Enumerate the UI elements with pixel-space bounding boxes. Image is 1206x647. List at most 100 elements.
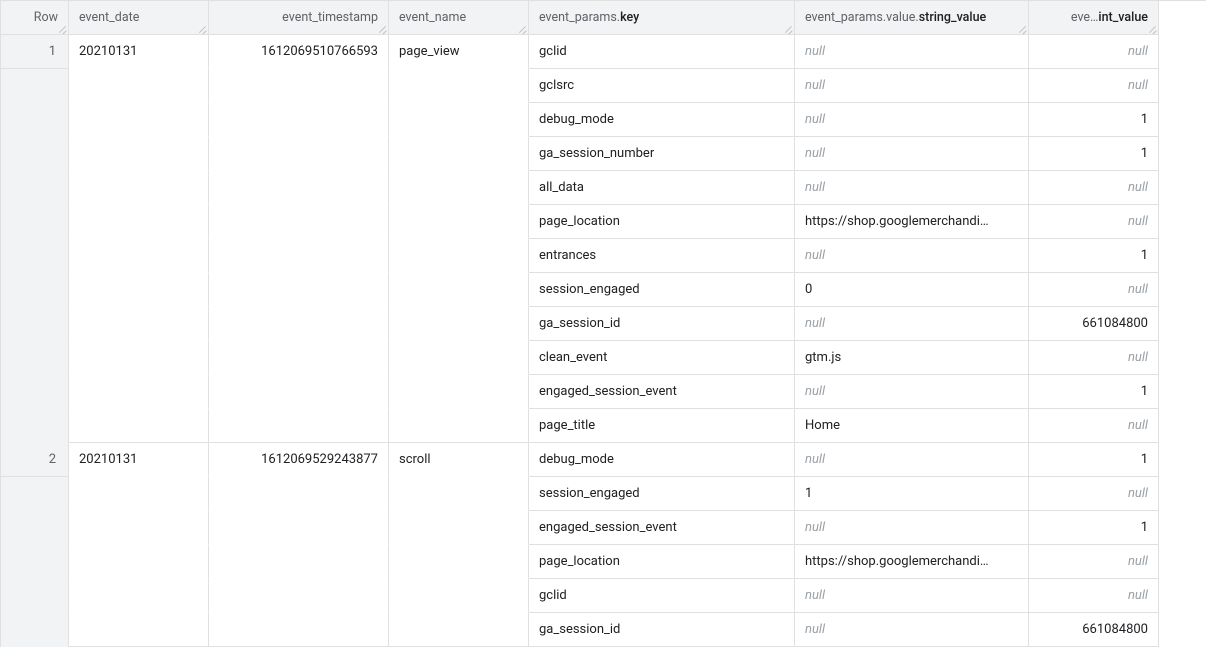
cell-event-name-empty <box>389 511 529 545</box>
cell-event-timestamp-empty <box>209 239 389 273</box>
row-number-empty <box>1 69 69 103</box>
cell-event-date-empty <box>69 239 209 273</box>
cell-event-timestamp-empty <box>209 511 389 545</box>
cell-int-value: null <box>1029 579 1159 613</box>
cell-param-key: engaged_session_event <box>529 511 795 545</box>
cell-event-timestamp-empty <box>209 375 389 409</box>
cell-param-key: ga_session_id <box>529 307 795 341</box>
cell-event-timestamp: 1612069510766593 <box>209 35 389 69</box>
cell-param-key: gclsrc <box>529 69 795 103</box>
cell-string-value: null <box>795 579 1029 613</box>
column-header[interactable]: event_date <box>69 1 209 35</box>
cell-event-name-empty <box>389 477 529 511</box>
cell-param-key: all_data <box>529 171 795 205</box>
row-number-empty <box>1 137 69 171</box>
row-number-empty <box>1 171 69 205</box>
cell-event-date-empty <box>69 171 209 205</box>
cell-event-timestamp-empty <box>209 171 389 205</box>
column-header[interactable]: event_timestamp <box>209 1 389 35</box>
cell-param-key: gclid <box>529 35 795 69</box>
cell-param-key: ga_session_number <box>529 137 795 171</box>
cell-event-name-empty <box>389 307 529 341</box>
row-number-empty <box>1 273 69 307</box>
cell-int-value: 1 <box>1029 375 1159 409</box>
results-table: Rowevent_dateevent_timestampevent_nameev… <box>0 0 1206 647</box>
cell-string-value: null <box>795 511 1029 545</box>
column-header[interactable]: eve…int_value <box>1029 1 1159 35</box>
cell-string-value: 0 <box>795 273 1029 307</box>
row-number-empty <box>1 409 69 443</box>
row-number-empty <box>1 477 69 511</box>
cell-event-name: page_view <box>389 35 529 69</box>
cell-event-name-empty <box>389 375 529 409</box>
cell-int-value: 1 <box>1029 443 1159 477</box>
cell-event-date-empty <box>69 307 209 341</box>
cell-param-key: session_engaged <box>529 477 795 511</box>
cell-event-date-empty <box>69 477 209 511</box>
cell-string-value: null <box>795 35 1029 69</box>
column-header[interactable]: event_params.value.string_value <box>795 1 1029 35</box>
cell-param-key: ga_session_id <box>529 613 795 647</box>
cell-int-value: 1 <box>1029 137 1159 171</box>
cell-event-name: scroll <box>389 443 529 477</box>
cell-int-value: null <box>1029 69 1159 103</box>
cell-string-value: 1 <box>795 477 1029 511</box>
cell-event-name-empty <box>389 205 529 239</box>
cell-param-key: entrances <box>529 239 795 273</box>
cell-int-value: null <box>1029 341 1159 375</box>
cell-event-date-empty <box>69 511 209 545</box>
cell-int-value: null <box>1029 409 1159 443</box>
cell-param-key: debug_mode <box>529 443 795 477</box>
cell-event-date: 20210131 <box>69 443 209 477</box>
cell-event-timestamp-empty <box>209 545 389 579</box>
row-number-empty <box>1 613 69 647</box>
row-number-empty <box>1 307 69 341</box>
cell-string-value: null <box>795 613 1029 647</box>
cell-string-value: https://shop.googlemerchandi… <box>795 205 1029 239</box>
cell-event-date-empty <box>69 103 209 137</box>
cell-int-value: 1 <box>1029 511 1159 545</box>
cell-event-name-empty <box>389 409 529 443</box>
cell-event-date-empty <box>69 613 209 647</box>
cell-event-date-empty <box>69 341 209 375</box>
cell-int-value: null <box>1029 477 1159 511</box>
cell-string-value: null <box>795 239 1029 273</box>
cell-event-name-empty <box>389 103 529 137</box>
row-number: 2 <box>1 443 69 477</box>
row-number-empty <box>1 511 69 545</box>
cell-event-name-empty <box>389 579 529 613</box>
cell-event-date-empty <box>69 579 209 613</box>
cell-string-value: null <box>795 171 1029 205</box>
row-number-empty <box>1 579 69 613</box>
cell-string-value: null <box>795 307 1029 341</box>
cell-int-value: 661084800 <box>1029 613 1159 647</box>
cell-event-date-empty <box>69 273 209 307</box>
cell-event-name-empty <box>389 171 529 205</box>
cell-string-value: null <box>795 375 1029 409</box>
cell-event-name-empty <box>389 273 529 307</box>
cell-event-timestamp-empty <box>209 579 389 613</box>
row-number-empty <box>1 205 69 239</box>
row-number-empty <box>1 545 69 579</box>
cell-event-timestamp-empty <box>209 477 389 511</box>
row-number-empty <box>1 375 69 409</box>
row-number-empty <box>1 103 69 137</box>
cell-event-timestamp-empty <box>209 273 389 307</box>
cell-event-name-empty <box>389 239 529 273</box>
cell-string-value: null <box>795 443 1029 477</box>
cell-param-key: engaged_session_event <box>529 375 795 409</box>
cell-int-value: null <box>1029 35 1159 69</box>
cell-event-name-empty <box>389 69 529 103</box>
cell-param-key: debug_mode <box>529 103 795 137</box>
cell-event-timestamp-empty <box>209 613 389 647</box>
column-header[interactable]: event_name <box>389 1 529 35</box>
cell-param-key: page_location <box>529 545 795 579</box>
cell-event-date: 20210131 <box>69 35 209 69</box>
cell-event-timestamp-empty <box>209 205 389 239</box>
cell-param-key: page_location <box>529 205 795 239</box>
cell-int-value: null <box>1029 171 1159 205</box>
cell-event-timestamp-empty <box>209 69 389 103</box>
cell-event-name-empty <box>389 341 529 375</box>
column-header[interactable]: event_params.key <box>529 1 795 35</box>
column-header[interactable]: Row <box>1 1 69 35</box>
